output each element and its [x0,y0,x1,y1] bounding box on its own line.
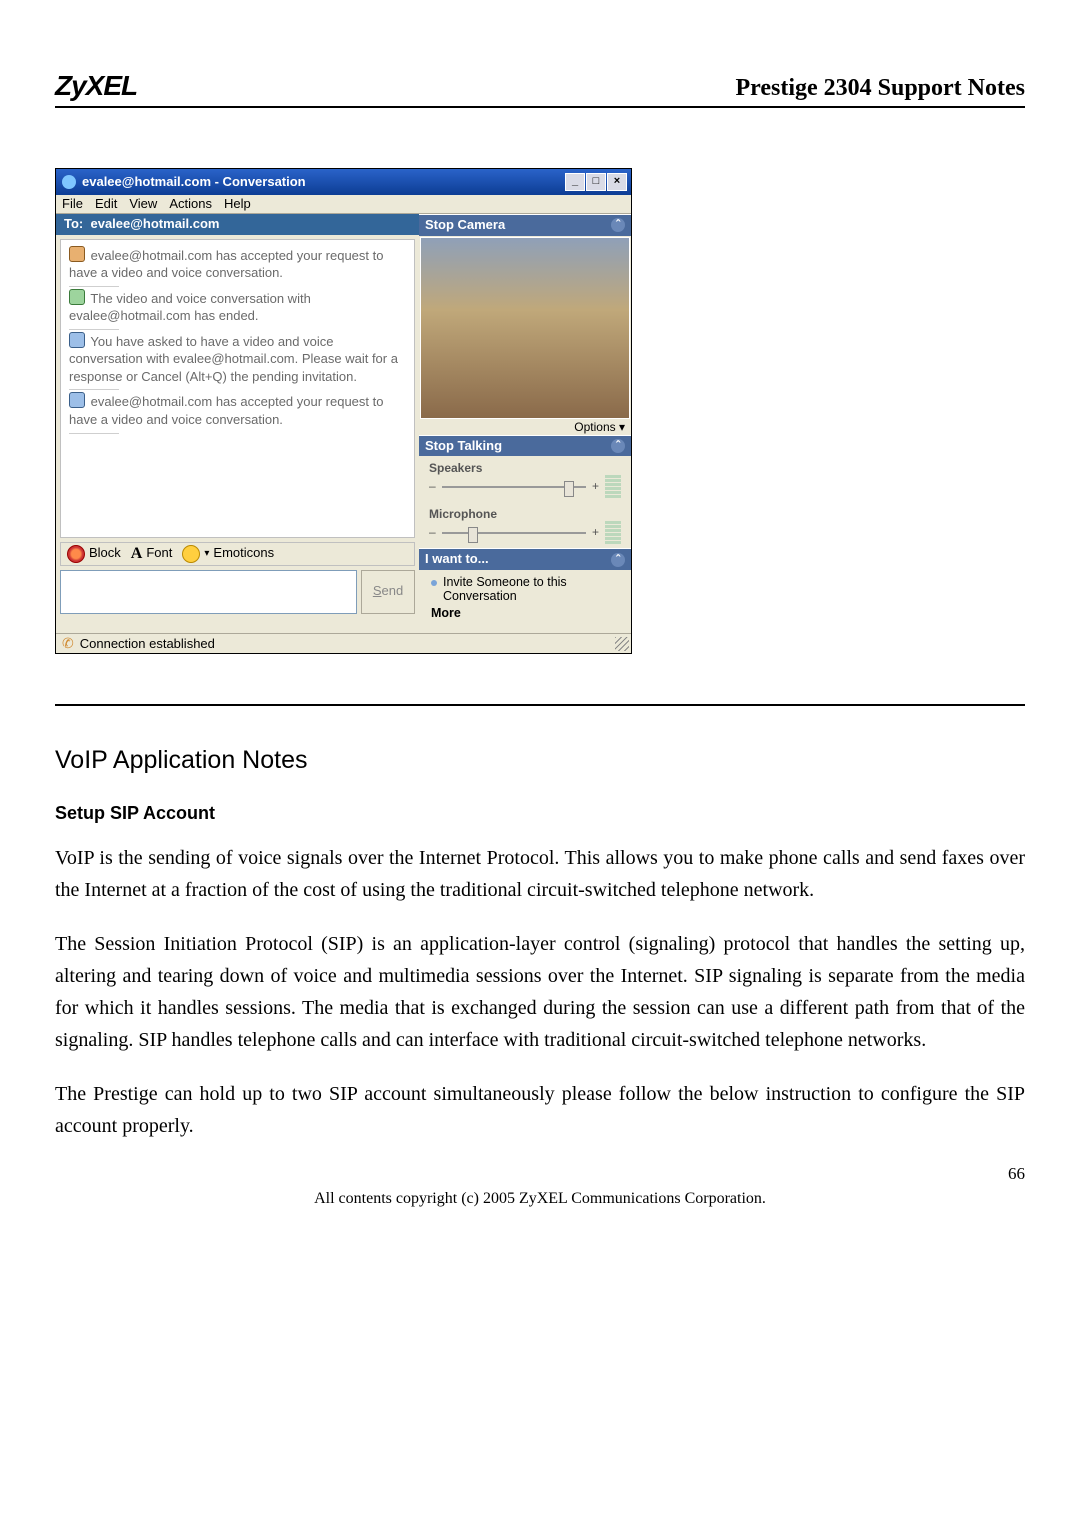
format-bar: Block A Font ▾ Emoticons [60,542,415,566]
log-line: evalee@hotmail.com has accepted your req… [69,248,383,281]
menu-edit[interactable]: Edit [95,197,117,211]
maximize-button[interactable]: □ [586,173,606,191]
body-paragraph: The Session Initiation Protocol (SIP) is… [55,928,1025,1056]
font-button[interactable]: A Font [131,545,173,563]
minimize-button[interactable]: _ [565,173,585,191]
log-line: The video and voice conversation with ev… [69,291,311,324]
collapse-icon: ˆ [611,553,625,567]
block-button[interactable]: Block [67,545,121,563]
brand-logo: ZyXEL [55,70,137,102]
page-header: ZyXEL Prestige 2304 Support Notes [55,70,1025,108]
invite-someone-link[interactable]: Invite Someone to this Conversation [431,576,619,604]
emoticons-label: Emoticons [213,546,274,560]
msn-conversation-window: evalee@hotmail.com - Conversation _ □ × … [55,168,632,654]
section-subheading-sip: Setup SIP Account [55,803,1025,824]
emoticons-button[interactable]: ▾ Emoticons [182,545,274,563]
body-paragraph: The Prestige can hold up to two SIP acco… [55,1078,1025,1142]
smiley-icon [182,545,200,563]
block-icon [67,545,85,563]
window-titlebar: evalee@hotmail.com - Conversation _ □ × [56,169,631,195]
menu-actions[interactable]: Actions [169,197,212,211]
volume-up-icon[interactable]: + [592,526,599,539]
window-title: evalee@hotmail.com - Conversation [82,175,564,189]
ended-icon [69,289,85,305]
speaker-meter [605,475,621,498]
volume-up-icon[interactable]: + [592,480,599,493]
to-label: To: [64,216,83,231]
volume-down-icon[interactable]: – [429,480,436,493]
menu-file[interactable]: File [62,197,83,211]
to-bar: To: evalee@hotmail.com [56,214,419,234]
accept-icon [69,392,85,408]
block-label: Block [89,546,121,560]
copyright-footer: All contents copyright (c) 2005 ZyXEL Co… [55,1190,1025,1208]
log-line: evalee@hotmail.com has accepted your req… [69,394,383,427]
stop-camera-label: Stop Camera [425,218,505,232]
i-want-to-label: I want to... [425,552,489,566]
send-button[interactable]: Send [361,570,415,614]
collapse-icon: ˆ [611,218,625,232]
invite-label: Invite Someone to this Conversation [443,576,619,604]
msn-icon [62,175,76,189]
page-number: 66 [55,1164,1025,1184]
stop-talking-label: Stop Talking [425,439,502,453]
bullet-icon [431,580,437,586]
mic-slider[interactable] [442,532,586,534]
font-icon: A [131,545,143,563]
menu-view[interactable]: View [129,197,157,211]
resize-grip[interactable] [615,637,629,651]
status-text: Connection established [80,637,215,651]
video-options-button[interactable]: Options ▾ [419,420,631,435]
more-link[interactable]: More [431,607,619,621]
stop-camera-header[interactable]: Stop Camera ˆ [419,214,631,235]
body-paragraph: VoIP is the sending of voice signals ove… [55,842,1025,906]
document-title: Prestige 2304 Support Notes [735,75,1025,102]
section-heading-voip: VoIP Application Notes [55,746,1025,775]
close-button[interactable]: × [607,173,627,191]
more-label: More [431,607,461,621]
menu-help[interactable]: Help [224,197,251,211]
i-want-to-header[interactable]: I want to... ˆ [419,548,631,569]
message-input[interactable] [60,570,357,614]
dropdown-arrow-icon: ▾ [204,548,209,559]
stop-talking-header[interactable]: Stop Talking ˆ [419,435,631,456]
to-value: evalee@hotmail.com [90,216,219,231]
log-line: You have asked to have a video and voice… [69,334,398,384]
video-preview [420,237,630,419]
mic-meter [605,521,621,544]
speakers-label: Speakers [429,462,621,475]
font-label: Font [146,546,172,560]
menubar: File Edit View Actions Help [56,195,631,213]
connection-icon: ✆ [62,636,74,651]
invite-icon [69,332,85,348]
speaker-slider[interactable] [442,486,586,488]
microphone-label: Microphone [429,508,621,521]
conversation-log[interactable]: evalee@hotmail.com has accepted your req… [60,239,415,538]
section-divider [55,704,1025,706]
statusbar: ✆ Connection established [56,633,631,653]
volume-down-icon[interactable]: – [429,526,436,539]
collapse-icon: ˆ [611,439,625,453]
accept-icon [69,246,85,262]
